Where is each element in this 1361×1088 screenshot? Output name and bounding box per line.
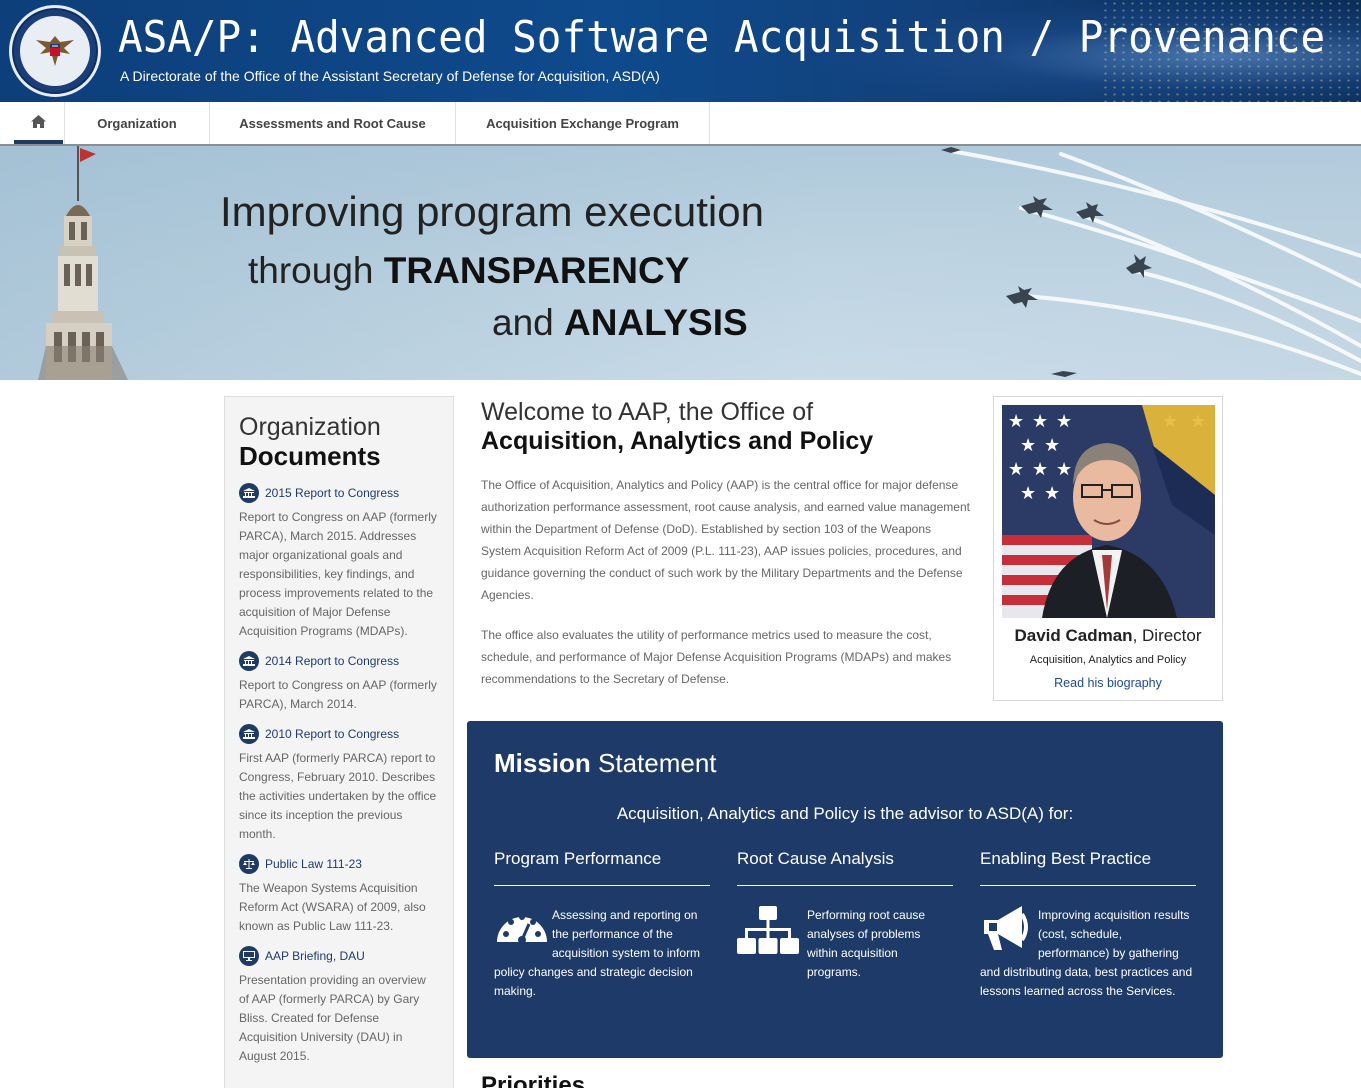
building-icon xyxy=(239,483,259,503)
home-icon xyxy=(31,114,46,128)
welcome-heading-bold: Acquisition, Analytics and Policy xyxy=(481,427,874,455)
svg-text:★: ★ xyxy=(1032,459,1048,480)
document-description: First AAP (formerly PARCA) report to Con… xyxy=(239,751,437,841)
mission-column-title: Enabling Best Practice xyxy=(980,849,1196,886)
sidebar-title-light: Organization xyxy=(239,413,381,441)
mission-column-title: Program Performance xyxy=(494,849,710,886)
metrics-paragraph: The office also evaluates the utility of… xyxy=(481,628,952,686)
document-description: Presentation providing an overview of AA… xyxy=(239,973,426,1063)
document-item: Public Law 111-23 The Weapon Systems Acq… xyxy=(239,854,439,936)
site-header: ASA/P: Advanced Software Acquisition / P… xyxy=(0,0,1361,102)
main-nav: Organization Assessments and Root Cause … xyxy=(0,102,1361,146)
document-item: 2014 Report to Congress Report to Congre… xyxy=(239,651,439,714)
svg-text:★: ★ xyxy=(1008,459,1024,480)
document-link-2014-report[interactable]: 2014 Report to Congress xyxy=(239,651,439,671)
scales-icon xyxy=(239,854,259,874)
mission-column-best-practice: Enabling Best Practice Improving acquisi… xyxy=(980,849,1196,1001)
svg-text:★: ★ xyxy=(1056,411,1072,432)
monitor-icon xyxy=(239,946,259,966)
jets-formation-image xyxy=(941,147,1361,377)
nav-home[interactable] xyxy=(14,102,63,144)
priorities-heading: Priorities xyxy=(481,1072,586,1088)
director-card: ★ ★ ★ ★ ★ ★ ★ ★ ★ ★ ★ ★ David Cadman, Director … xyxy=(993,396,1223,701)
document-link-aap-briefing[interactable]: AAP Briefing, DAU xyxy=(239,946,439,966)
document-item: 2010 Report to Congress First AAP (forme… xyxy=(239,724,439,844)
svg-text:★: ★ xyxy=(1044,483,1060,504)
document-description: The Weapon Systems Acquisition Reform Ac… xyxy=(239,881,426,933)
dod-seal-icon[interactable] xyxy=(9,5,101,97)
director-biography-link[interactable]: Read his biography xyxy=(994,676,1222,690)
nav-item-acquisition-exchange[interactable]: Acquisition Exchange Program xyxy=(455,102,710,144)
hero-banner: Improving program execution through TRAN… xyxy=(0,146,1361,380)
org-chart-icon xyxy=(737,906,799,954)
document-description: Report to Congress on AAP (formerly PARC… xyxy=(239,510,437,638)
document-item: 2015 Report to Congress Report to Congre… xyxy=(239,483,439,641)
megaphone-icon xyxy=(984,906,1028,950)
mission-statement-panel: Mission Statement Acquisition, Analytics… xyxy=(467,721,1223,1058)
documents-sidebar: Organization Documents 2015 Report to Co… xyxy=(224,396,454,1088)
svg-text:★: ★ xyxy=(1032,411,1048,432)
document-link-2015-report[interactable]: 2015 Report to Congress xyxy=(239,483,439,503)
svg-text:★: ★ xyxy=(1044,435,1060,456)
hero-line-2: through TRANSPARENCY xyxy=(248,250,690,291)
director-name: David Cadman, Director xyxy=(1014,626,1202,645)
building-icon xyxy=(239,651,259,671)
director-photo: ★ ★ ★ ★ ★ ★ ★ ★ ★ ★ ★ ★ xyxy=(1002,405,1215,618)
mission-subtitle: Acquisition, Analytics and Policy is the… xyxy=(616,804,1074,823)
document-item: AAP Briefing, DAU Presentation providing… xyxy=(239,946,439,1066)
site-title: ASA/P: Advanced Software Acquisition / P… xyxy=(118,12,1326,63)
document-link-public-law[interactable]: Public Law 111-23 xyxy=(239,854,439,874)
clock-tower-image xyxy=(38,146,128,380)
site-subtitle: A Directorate of the Office of the Assis… xyxy=(120,68,660,84)
svg-text:★: ★ xyxy=(1008,411,1024,432)
mission-column-text: Performing root cause analyses of proble… xyxy=(807,908,926,979)
svg-text:★: ★ xyxy=(1020,483,1036,504)
hero-line-3: and ANALYSIS xyxy=(492,302,748,343)
mission-title: Mission Statement xyxy=(494,748,717,778)
gauge-icon xyxy=(497,914,547,944)
svg-text:★: ★ xyxy=(1020,435,1036,456)
svg-text:★: ★ xyxy=(1162,411,1178,432)
building-icon xyxy=(239,724,259,744)
hero-line-1: Improving program execution xyxy=(220,188,764,235)
sidebar-title-bold: Documents xyxy=(239,441,381,471)
document-description: Report to Congress on AAP (formerly PARC… xyxy=(239,678,437,711)
document-link-2010-report[interactable]: 2010 Report to Congress xyxy=(239,724,439,744)
svg-text:★: ★ xyxy=(1190,411,1206,432)
nav-item-assessments[interactable]: Assessments and Root Cause xyxy=(209,102,455,144)
welcome-heading-light: Welcome to AAP, the Office of xyxy=(481,398,814,426)
svg-text:★: ★ xyxy=(1056,459,1072,480)
mission-column-program-performance: Program Performance Assessing and report… xyxy=(494,849,710,1001)
mission-column-root-cause: Root Cause Analysis Performing root caus… xyxy=(737,849,953,982)
nav-item-organization[interactable]: Organization xyxy=(64,102,209,144)
intro-paragraph: The Office of Acquisition, Analytics and… xyxy=(481,478,970,602)
director-org: Acquisition, Analytics and Policy xyxy=(1029,654,1187,666)
mission-column-title: Root Cause Analysis xyxy=(737,849,953,886)
